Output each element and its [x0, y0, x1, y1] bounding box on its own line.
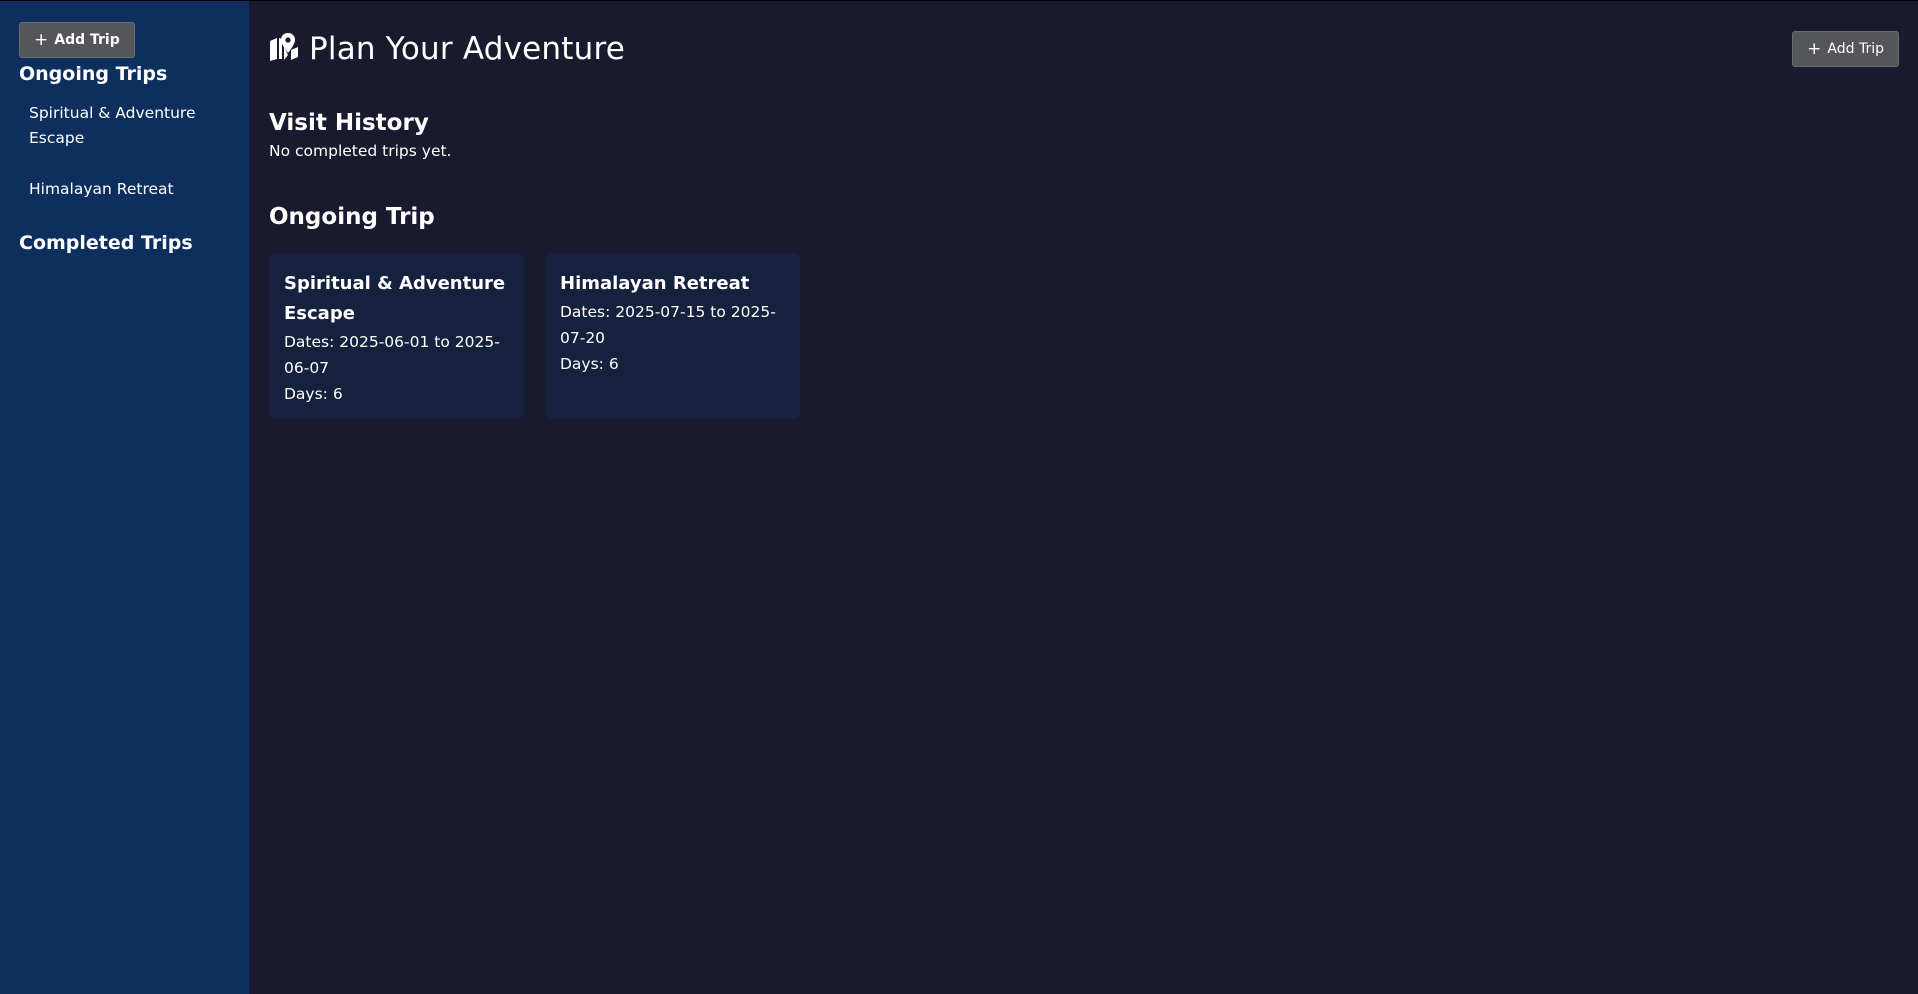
trip-card-spiritual-adventure-escape[interactable]: Spiritual & Adventure Escape Dates: 2025…: [269, 253, 524, 419]
page-header: Plan Your Adventure: [269, 29, 1899, 69]
plus-icon: +: [1807, 38, 1822, 59]
trip-card-dates: Dates: 2025-06-01 to 2025-06-07: [284, 333, 500, 377]
completed-trips-heading: Completed Trips: [19, 232, 193, 254]
sidebar-item-himalayan-retreat[interactable]: Himalayan Retreat: [29, 177, 204, 202]
header-add-trip-label: Add Trip: [1827, 41, 1884, 57]
sidebar-add-trip-label: Add Trip: [54, 32, 120, 48]
main-content: Plan Your Adventure + Add Trip Visit His…: [249, 1, 1918, 994]
ongoing-trips-heading: Ongoing Trips: [19, 63, 168, 85]
trip-card-name: Spiritual & Adventure Escape: [284, 273, 506, 324]
trip-card-days: Days: 6: [284, 385, 343, 403]
sidebar: + Add Trip Ongoing Trips Spiritual & Adv…: [0, 1, 249, 994]
trip-card-himalayan-retreat[interactable]: Himalayan Retreat Dates: 2025-07-15 to 2…: [545, 253, 800, 419]
trip-card-dates: Dates: 2025-07-15 to 2025-07-20: [560, 303, 776, 347]
visit-history-empty-text: No completed trips yet.: [269, 142, 452, 160]
trip-card-name: Himalayan Retreat: [560, 273, 750, 294]
plus-icon: +: [34, 29, 49, 50]
ongoing-trips-list: Spiritual & Adventure Escape Himalayan R…: [19, 101, 230, 202]
app-root: + Add Trip Ongoing Trips Spiritual & Adv…: [0, 1, 1918, 994]
map-location-icon: [269, 33, 299, 65]
visit-history-title: Visit History: [269, 110, 429, 136]
page-title: Plan Your Adventure: [309, 31, 625, 67]
header-add-trip-button[interactable]: + Add Trip: [1792, 31, 1899, 67]
sidebar-add-trip-button[interactable]: + Add Trip: [19, 22, 135, 58]
sidebar-item-spiritual-adventure-escape[interactable]: Spiritual & Adventure Escape: [29, 101, 204, 151]
trip-cards: Spiritual & Adventure Escape Dates: 2025…: [269, 253, 1899, 419]
trip-card-days: Days: 6: [560, 355, 619, 373]
ongoing-trip-title: Ongoing Trip: [269, 204, 435, 230]
